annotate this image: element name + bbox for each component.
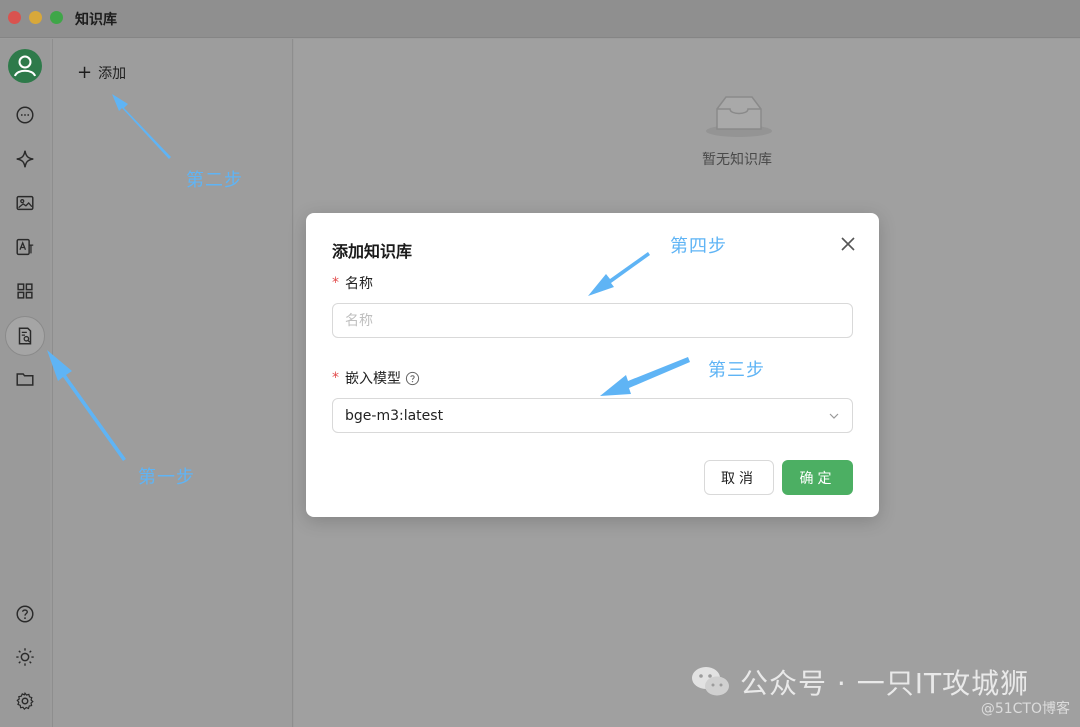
model-field-label: * 嵌入模型: [332, 368, 420, 388]
chat-bubble-icon: [16, 106, 34, 124]
model-label-text: 嵌入模型: [345, 371, 401, 387]
close-window-button[interactable]: [8, 11, 21, 24]
image-icon: [16, 195, 34, 211]
empty-inbox-icon: [706, 96, 772, 137]
annotation-step-4: 第四步: [670, 236, 727, 257]
name-input[interactable]: [332, 303, 853, 338]
question-circle-icon[interactable]: [405, 371, 420, 386]
translate-icon: [16, 238, 34, 256]
help-icon: [16, 605, 34, 623]
sidebar-item-chat[interactable]: [5, 95, 45, 135]
watermark-text: 公众号 · 一只IT攻城狮: [740, 667, 1030, 700]
name-label-text: 名称: [345, 276, 373, 292]
empty-state-text: 暂无知识库: [702, 152, 772, 168]
sparkle-icon: [16, 150, 34, 168]
icon-sidebar: [0, 39, 50, 727]
window-title: 知识库: [75, 12, 117, 28]
required-mark: *: [332, 370, 339, 386]
add-knowledge-dialog: 添加知识库 * 名称 * 嵌入模型 bge-m3:latest 取消 确定: [306, 213, 879, 517]
dialog-title: 添加知识库: [332, 242, 413, 261]
annotation-step-2: 第二步: [186, 170, 243, 191]
gear-icon: [16, 692, 34, 711]
sun-icon: [16, 648, 34, 666]
grid-icon: [17, 283, 33, 299]
wechat-icon: [692, 667, 729, 696]
watermark: 公众号 · 一只IT攻城狮: [690, 662, 1029, 702]
knowledge-search-icon: [18, 327, 32, 345]
sidebar-item-theme[interactable]: [5, 637, 45, 677]
sidebar-item-apps[interactable]: [5, 271, 45, 311]
sidebar-item-files[interactable]: [5, 359, 45, 399]
name-field-label: * 名称: [332, 273, 373, 293]
sidebar-item-help[interactable]: [5, 594, 45, 634]
sidebar-item-assistant[interactable]: [5, 139, 45, 179]
selected-model: bge-m3:latest: [345, 407, 444, 424]
minimize-window-button[interactable]: [29, 11, 42, 24]
sidebar-item-settings[interactable]: [5, 681, 45, 721]
user-icon: [14, 55, 36, 77]
annotation-step-3: 第三步: [708, 360, 765, 381]
required-mark: *: [332, 275, 339, 291]
avatar[interactable]: [8, 49, 42, 83]
maximize-window-button[interactable]: [50, 11, 63, 24]
sidebar-item-image[interactable]: [5, 183, 45, 223]
title-bar: 知识库: [0, 0, 1080, 38]
sidebar-item-knowledge[interactable]: [5, 316, 45, 356]
knowledge-list-pane: + 添加: [52, 39, 293, 727]
plus-icon: +: [77, 62, 93, 83]
annotation-step-1: 第一步: [138, 467, 195, 488]
add-knowledge-label: 添加: [98, 66, 127, 82]
embedding-model-select[interactable]: bge-m3:latest: [332, 398, 853, 433]
folder-icon: [16, 373, 34, 386]
cancel-button[interactable]: 取消: [704, 460, 774, 495]
watermark-site: @51CTO博客: [980, 701, 1070, 717]
chevron-down-icon: [829, 413, 839, 419]
confirm-button[interactable]: 确定: [782, 460, 853, 495]
sidebar-item-translate[interactable]: [5, 227, 45, 267]
add-knowledge-button[interactable]: + 添加: [77, 63, 126, 83]
close-icon[interactable]: [839, 235, 857, 253]
